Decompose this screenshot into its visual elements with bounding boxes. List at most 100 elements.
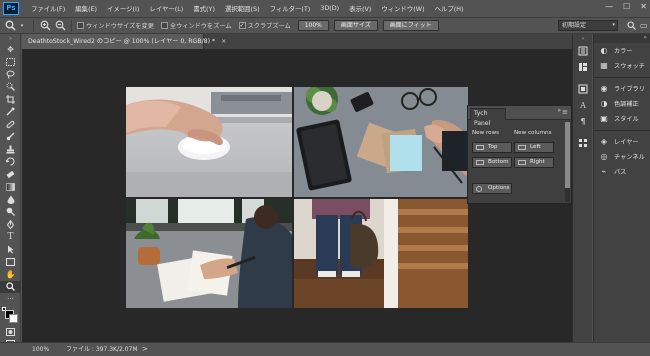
crop-tool-icon[interactable] xyxy=(0,93,21,106)
panel-group-divider xyxy=(594,73,650,78)
tool-preset-dropdown-icon[interactable]: ▾ xyxy=(16,20,28,32)
row-top-icon xyxy=(476,145,484,150)
glyphs-panel-icon[interactable] xyxy=(573,135,593,151)
options-button[interactable]: Options xyxy=(472,183,512,194)
properties-panel-icon[interactable] xyxy=(573,59,593,75)
photo-notebook-writing xyxy=(126,199,292,308)
healing-brush-tool-icon[interactable] xyxy=(0,118,21,131)
gradient-tool-icon[interactable] xyxy=(0,181,21,194)
menu-view[interactable]: 表示(V) xyxy=(344,4,376,13)
eraser-tool-icon[interactable] xyxy=(0,168,21,181)
zoom-level[interactable]: 100% xyxy=(32,343,49,356)
panel-styles[interactable]: ▣ スタイル xyxy=(594,111,650,126)
checkmark-icon: ✓ xyxy=(238,22,246,29)
checkbox-box xyxy=(160,22,168,29)
document-tab-bar: DeathtoStock_Wired2 のコピー @ 100% (レイヤー 0,… xyxy=(22,34,572,49)
libraries-icon: ◉ xyxy=(600,84,608,93)
menu-3d[interactable]: 3D(D) xyxy=(315,4,344,13)
panel-menu-icon[interactable]: ≡ xyxy=(562,108,568,116)
add-row-bottom-button[interactable]: Bottom xyxy=(472,157,512,168)
add-column-right-button[interactable]: Right xyxy=(514,157,554,168)
panel-label: スタイル xyxy=(614,116,639,123)
background-color-swatch[interactable] xyxy=(9,313,18,323)
add-row-top-button[interactable]: Top xyxy=(472,142,512,153)
scrollbar-thumb[interactable] xyxy=(565,122,570,188)
menu-layer[interactable]: レイヤー(L) xyxy=(144,4,188,13)
move-tool-icon[interactable]: ✥ xyxy=(0,43,21,56)
quick-selection-tool-icon[interactable] xyxy=(0,81,21,94)
close-button[interactable]: ✕ xyxy=(640,2,647,11)
minimize-button[interactable]: — xyxy=(605,2,613,11)
status-menu-arrow-icon[interactable]: > xyxy=(142,343,148,356)
pen-tool-icon[interactable] xyxy=(0,218,21,231)
panel-color[interactable]: ◐ カラー xyxy=(594,43,650,58)
type-tool-icon[interactable]: T xyxy=(0,231,21,244)
photoshop-logo: Ps xyxy=(3,2,19,15)
scrubby-zoom-checkbox[interactable]: ✓ スクラブズーム xyxy=(238,21,291,30)
character-panel-icon[interactable]: A xyxy=(573,97,593,113)
menu-help[interactable]: ヘルプ(H) xyxy=(430,4,469,13)
paragraph-panel-icon[interactable]: ¶ xyxy=(573,113,593,129)
zoom-tool-icon[interactable] xyxy=(4,20,16,32)
panel-swatches[interactable]: ▦ スウォッチ xyxy=(594,58,650,73)
maximize-button[interactable]: ☐ xyxy=(623,2,630,11)
zoom-out-icon[interactable] xyxy=(54,20,66,32)
menu-file[interactable]: ファイル(F) xyxy=(26,4,70,13)
edit-toolbar-icon[interactable]: ··· xyxy=(0,293,21,306)
zoom-all-windows-checkbox[interactable]: 全ウィンドウをズーム xyxy=(160,21,232,30)
column-right-icon xyxy=(518,160,526,165)
panel-layers[interactable]: ◈ レイヤー xyxy=(594,134,650,149)
brush-tool-icon[interactable] xyxy=(0,131,21,144)
menu-select[interactable]: 選択範囲(S) xyxy=(220,4,265,13)
panel-libraries[interactable]: ◉ ライブラリ xyxy=(594,81,650,96)
panel-channels[interactable]: ◎ チャンネル xyxy=(594,149,650,164)
document-tab[interactable]: DeathtoStock_Wired2 のコピー @ 100% (レイヤー 0,… xyxy=(22,34,226,49)
document-info[interactable]: ファイル : 397.3K/2.07M xyxy=(66,343,138,356)
options-bar: ▾ ウィンドウサイズを変更 全ウィンドウをズーム ✓ スクラブズーム 100% 画… xyxy=(0,17,650,34)
menu-filter[interactable]: フィルター(T) xyxy=(265,4,316,13)
tych-panel-tab[interactable]: Tych Panel xyxy=(470,108,506,127)
tych-panel-scrollbar[interactable] xyxy=(565,122,570,202)
collapse-dock-icon[interactable]: » xyxy=(643,34,647,41)
screen-size-button[interactable]: 画面サイズ xyxy=(333,20,378,31)
panel-label: ライブラリ xyxy=(614,86,645,93)
close-tab-icon[interactable]: × xyxy=(221,38,226,45)
panel-paths[interactable]: ⌁ パス xyxy=(594,164,650,179)
search-icon[interactable] xyxy=(627,21,636,32)
zoom-100-button[interactable]: 100% xyxy=(297,20,329,31)
expand-panels-icon[interactable]: « xyxy=(573,34,593,43)
zoom-in-icon[interactable] xyxy=(39,20,51,32)
info-panel-icon[interactable] xyxy=(573,81,593,97)
add-column-left-button[interactable]: Left xyxy=(514,142,554,153)
resize-windows-checkbox[interactable]: ウィンドウサイズを変更 xyxy=(77,21,154,30)
workspace-panel-icon[interactable]: ▭ xyxy=(640,21,648,30)
panel-label: レイヤー xyxy=(614,139,639,146)
panel-label: スウォッチ xyxy=(614,63,645,70)
history-brush-tool-icon[interactable] xyxy=(0,156,21,169)
lasso-tool-icon[interactable] xyxy=(0,68,21,81)
dodge-tool-icon[interactable] xyxy=(0,206,21,219)
rectangle-tool-icon[interactable] xyxy=(0,256,21,269)
collapse-toolbar-icon[interactable]: » xyxy=(0,34,21,43)
menu-edit[interactable]: 編集(E) xyxy=(70,4,102,13)
marquee-tool-icon[interactable] xyxy=(0,56,21,69)
fit-screen-button[interactable]: 画面にフィット xyxy=(382,20,439,31)
menu-window[interactable]: ウィンドウ(W) xyxy=(376,4,429,13)
blur-tool-icon[interactable] xyxy=(0,193,21,206)
collapse-panel-icon[interactable]: » xyxy=(557,107,561,114)
zoom-tool-icon[interactable] xyxy=(0,280,21,293)
eyedropper-tool-icon[interactable] xyxy=(0,106,21,119)
panel-label: チャンネル xyxy=(614,154,645,161)
color-swatches-icon[interactable] xyxy=(0,306,21,326)
hand-tool-icon[interactable]: ✋ xyxy=(0,268,21,281)
quick-mask-icon[interactable] xyxy=(0,326,21,339)
new-rows-label: New rows xyxy=(472,130,500,136)
workspace-value: 初期設定 xyxy=(562,22,587,29)
workspace-select[interactable]: 初期設定 ▾ xyxy=(558,20,618,31)
clone-stamp-tool-icon[interactable] xyxy=(0,143,21,156)
path-selection-tool-icon[interactable] xyxy=(0,243,21,256)
panel-adjustments[interactable]: ◑ 色調補正 xyxy=(594,96,650,111)
menu-type[interactable]: 書式(Y) xyxy=(188,4,220,13)
history-panel-icon[interactable] xyxy=(573,43,593,59)
menu-image[interactable]: イメージ(I) xyxy=(102,4,144,13)
